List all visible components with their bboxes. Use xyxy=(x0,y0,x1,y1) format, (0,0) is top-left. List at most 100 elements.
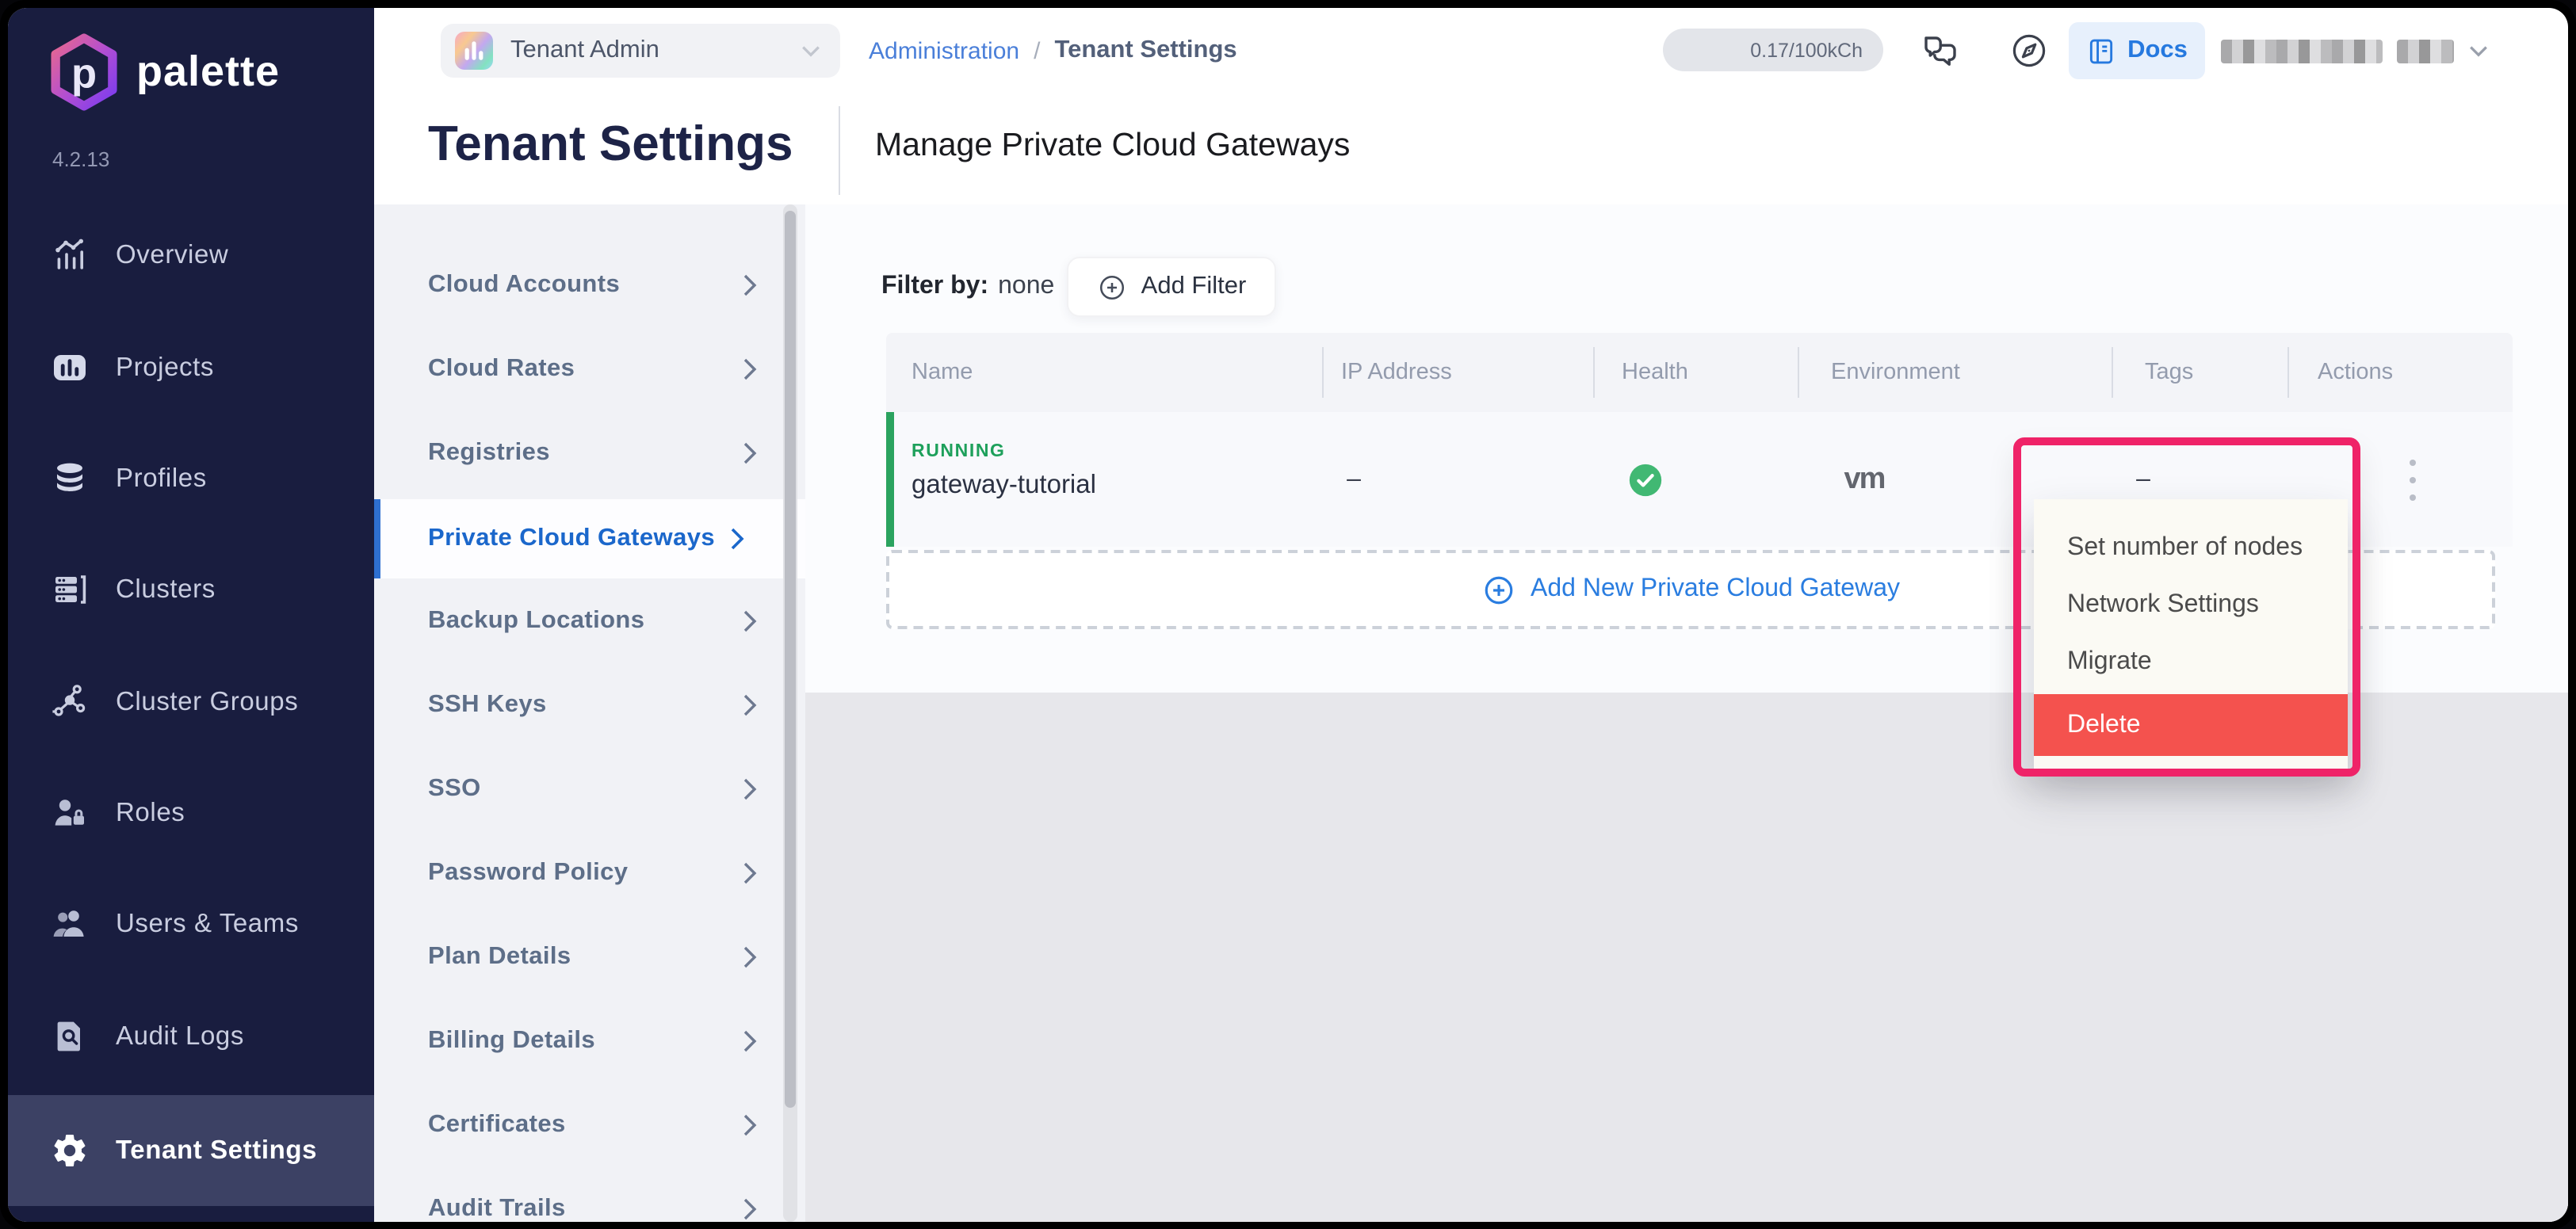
chevron-right-icon xyxy=(742,1197,758,1221)
status-badge: RUNNING xyxy=(912,442,1006,461)
menu-item-network-settings[interactable]: Network Settings xyxy=(2034,577,2348,634)
chevron-right-icon xyxy=(742,777,758,802)
nav-label: Private Cloud Gateways xyxy=(428,525,715,553)
plus-circle-icon xyxy=(1097,272,1127,302)
gear-icon xyxy=(51,1132,89,1170)
sidebar-item-projects[interactable]: Projects xyxy=(8,325,374,410)
usage-meter: 0.17/100kCh xyxy=(1663,29,1883,71)
screenshot-frame: p palette 4.2.13 Overview Projects Profi… xyxy=(0,0,2576,1229)
logo-text: palette xyxy=(136,48,280,97)
nav-label: Cloud Rates xyxy=(428,355,575,384)
settings-nav-audit-trails[interactable]: Audit Trails xyxy=(374,1168,805,1221)
main-content: Filter by: none Add Filter Name IP Addre… xyxy=(805,204,2568,1221)
nav-label: Password Policy xyxy=(428,859,628,887)
chevron-right-icon xyxy=(742,273,758,298)
sidebar-item-clusters[interactable]: Clusters xyxy=(8,547,374,632)
column-tags: Tags xyxy=(2145,333,2193,412)
status-indicator-bar xyxy=(886,412,893,547)
docs-label: Docs xyxy=(2127,36,2188,65)
selected-indicator xyxy=(374,499,380,578)
chevron-down-icon xyxy=(801,44,821,58)
chevron-right-icon xyxy=(742,1113,758,1138)
settings-nav-cloud-accounts[interactable]: Cloud Accounts xyxy=(374,244,805,326)
column-divider xyxy=(1322,347,1324,398)
scope-selector[interactable]: Tenant Admin xyxy=(441,24,840,78)
nav-label: SSH Keys xyxy=(428,691,547,719)
nav-label: Registries xyxy=(428,439,550,468)
menu-item-delete[interactable]: Delete xyxy=(2034,694,2348,756)
nav-label: Certificates xyxy=(428,1111,566,1139)
settings-nav-private-cloud-gateways[interactable]: Private Cloud Gateways xyxy=(374,499,805,578)
sidebar-item-cluster-groups[interactable]: Cluster Groups xyxy=(8,659,374,745)
breadcrumb: Administration / Tenant Settings xyxy=(869,8,1237,94)
gateway-name: gateway-tutorial xyxy=(912,471,1096,501)
sidebar-item-label: Projects xyxy=(116,353,214,383)
audit-logs-icon xyxy=(51,1017,89,1055)
vmware-environment-logo: vm xyxy=(1844,462,1885,497)
settings-nav-certificates[interactable]: Certificates xyxy=(374,1084,805,1166)
sidebar-item-label: Overview xyxy=(116,240,228,270)
column-divider xyxy=(2287,347,2289,398)
chevron-right-icon xyxy=(742,1029,758,1054)
sidebar-item-label: Roles xyxy=(116,798,185,828)
sidebar-item-tenant-settings[interactable]: Tenant Settings xyxy=(8,1095,374,1206)
settings-nav-cloud-rates[interactable]: Cloud Rates xyxy=(374,328,805,410)
breadcrumb-current: Tenant Settings xyxy=(1054,36,1236,65)
column-health: Health xyxy=(1622,333,1688,412)
settings-nav-ssh-keys[interactable]: SSH Keys xyxy=(374,664,805,746)
settings-nav-sso[interactable]: SSO xyxy=(374,748,805,830)
chevron-right-icon xyxy=(742,861,758,886)
cluster-groups-icon xyxy=(51,683,89,721)
redacted-username-suffix xyxy=(2397,39,2454,63)
palette-logo-icon: p xyxy=(49,33,119,111)
cell-environment: vm xyxy=(1801,412,1928,547)
settings-nav-backup-locations[interactable]: Backup Locations xyxy=(374,580,805,662)
sidebar-item-profiles[interactable]: Profiles xyxy=(8,436,374,521)
docs-button[interactable]: Docs xyxy=(2069,22,2205,79)
nav-label: Plan Details xyxy=(428,943,571,971)
chevron-right-icon xyxy=(742,609,758,634)
scrollbar-thumb[interactable] xyxy=(785,211,796,1108)
add-filter-button[interactable]: Add Filter xyxy=(1067,257,1276,317)
chat-icon[interactable] xyxy=(1920,30,1961,71)
settings-nav-plan-details[interactable]: Plan Details xyxy=(374,916,805,998)
settings-nav-password-policy[interactable]: Password Policy xyxy=(374,832,805,914)
table-header: Name IP Address Health Environment Tags … xyxy=(886,333,2513,412)
compass-icon[interactable] xyxy=(2008,30,2050,71)
sidebar-item-label: Cluster Groups xyxy=(116,687,298,717)
nav-label: Billing Details xyxy=(428,1027,595,1055)
users-teams-icon xyxy=(51,905,89,943)
projects-icon xyxy=(51,349,89,387)
usage-value: 0.17/100kCh xyxy=(1750,39,1863,61)
logo[interactable]: p palette xyxy=(49,33,280,111)
filter-bar: Filter by: none xyxy=(881,265,1054,309)
header-divider xyxy=(839,106,840,195)
menu-item-set-number-of-nodes[interactable]: Set number of nodes xyxy=(2034,520,2348,577)
health-check-icon xyxy=(1626,462,1664,497)
filter-value: none xyxy=(998,273,1054,301)
breadcrumb-administration[interactable]: Administration xyxy=(869,37,1019,64)
profiles-icon xyxy=(51,460,89,498)
sidebar-item-overview[interactable]: Overview xyxy=(8,212,374,298)
sidebar-item-label: Clusters xyxy=(116,574,216,605)
settings-nav: Cloud Accounts Cloud Rates Registries Pr… xyxy=(374,204,805,1221)
add-filter-label: Add Filter xyxy=(1141,273,1247,301)
user-menu[interactable] xyxy=(2221,27,2489,74)
clusters-icon xyxy=(51,571,89,609)
cell-ip-address: – xyxy=(1282,412,1425,547)
column-divider xyxy=(1593,347,1595,398)
redacted-username xyxy=(2221,39,2383,63)
sidebar-item-audit-logs[interactable]: Audit Logs xyxy=(8,994,374,1079)
svg-text:p: p xyxy=(71,50,97,97)
sidebar-item-roles[interactable]: Roles xyxy=(8,770,374,856)
book-icon xyxy=(2086,36,2116,66)
row-actions-kebab-icon[interactable] xyxy=(2400,455,2425,506)
chevron-right-icon xyxy=(742,441,758,466)
plus-circle-icon xyxy=(1481,573,1515,606)
scope-selector-label: Tenant Admin xyxy=(510,36,783,65)
menu-item-migrate[interactable]: Migrate xyxy=(2034,634,2348,691)
sidebar-item-label: Audit Logs xyxy=(116,1021,244,1052)
sidebar-item-users-teams[interactable]: Users & Teams xyxy=(8,881,374,967)
settings-nav-billing-details[interactable]: Billing Details xyxy=(374,1000,805,1082)
settings-nav-registries[interactable]: Registries xyxy=(374,412,805,494)
